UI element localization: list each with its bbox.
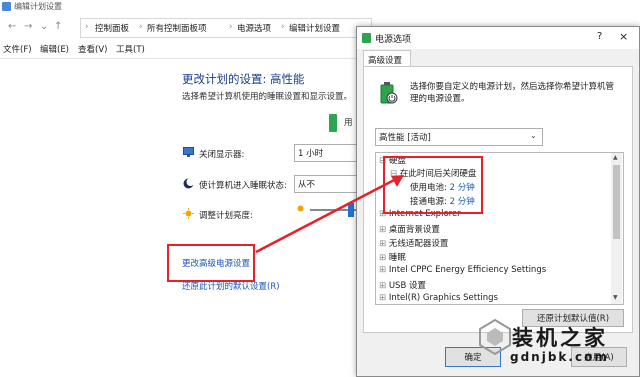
- expand-icon[interactable]: ⊞: [379, 265, 386, 275]
- up-icon[interactable]: ↑: [54, 21, 62, 32]
- window-title: 编辑计划设置: [14, 2, 62, 11]
- power-plan-icon: [380, 82, 398, 104]
- highlight-box-link: [167, 244, 255, 282]
- watermark-text: 装机之家: [512, 325, 608, 350]
- expand-icon[interactable]: ⊞: [379, 293, 386, 303]
- chevron-icon: ›: [85, 22, 89, 32]
- chevron-icon: ›: [139, 22, 143, 32]
- sleep-select[interactable]: 从不: [294, 175, 360, 193]
- breadcrumb-item[interactable]: 编辑计划设置: [289, 22, 340, 34]
- back-icon[interactable]: ←: [8, 21, 16, 32]
- expand-icon[interactable]: ⊞: [379, 281, 386, 291]
- menu-file[interactable]: 文件(F): [3, 43, 32, 55]
- breadcrumb-item[interactable]: 控制面板: [95, 22, 129, 34]
- plan-select-value: 高性能 [活动]: [379, 133, 431, 143]
- expand-icon[interactable]: ⊞: [379, 253, 386, 263]
- tree-scrollbar-thumb[interactable]: [613, 165, 620, 239]
- window-icon: [2, 2, 11, 11]
- menu-edit[interactable]: 编辑(E): [40, 43, 69, 55]
- tree-node-intel-graphics[interactable]: ⊞ Intel(R) Graphics Settings: [379, 293, 498, 303]
- close-icon[interactable]: ×: [619, 30, 628, 43]
- brightness-low-icon: [297, 205, 304, 212]
- menu-view[interactable]: 查看(V): [78, 43, 107, 55]
- plan-select[interactable]: 高性能 [活动] ⌄: [375, 128, 543, 146]
- dialog-titlebar: 电源选项 ? ×: [357, 27, 639, 49]
- watermark-logo-icon: [479, 318, 511, 356]
- tree-node-usb[interactable]: ⊞ USB 设置: [379, 279, 426, 291]
- brightness-slider-thumb[interactable]: [348, 203, 354, 217]
- chevron-icon: ›: [229, 22, 233, 32]
- tree-node-wireless[interactable]: ⊞ 无线适配器设置: [379, 237, 448, 249]
- chevron-icon: ›: [281, 22, 285, 32]
- tab-advanced[interactable]: 高级设置: [363, 50, 411, 67]
- breadcrumb-item[interactable]: 所有控制面板项: [147, 22, 207, 34]
- chevron-down-icon: ⌄: [530, 131, 537, 140]
- display-off-label: 关闭显示器:: [199, 150, 245, 160]
- highlight-box-tree: [383, 156, 483, 214]
- plugged-in-icon: [329, 114, 337, 132]
- watermark-url: gdnjbk.com: [510, 350, 609, 364]
- display-off-select[interactable]: 1 小时: [294, 144, 360, 162]
- page-subtitle: 选择希望计算机使用的睡眠设置和显示设置。: [182, 92, 353, 102]
- moon-icon: [183, 178, 194, 189]
- display-off-value: 1 小时: [298, 149, 324, 159]
- forward-icon[interactable]: →: [24, 21, 32, 32]
- breadcrumb-item[interactable]: 电源选项: [237, 22, 271, 34]
- window-titlebar: 编辑计划设置: [0, 0, 640, 14]
- sun-icon: [183, 208, 194, 219]
- help-icon[interactable]: ?: [597, 31, 602, 42]
- plugged-in-label: 用: [344, 118, 353, 128]
- scroll-up-icon[interactable]: ▲: [613, 154, 618, 161]
- dialog-description: 选择你要自定义的电源计划，然后选择你希望计算机管理的电源设置。: [410, 82, 615, 104]
- tree-node-sleep[interactable]: ⊞ 睡眠: [379, 251, 406, 263]
- menu-tools[interactable]: 工具(T): [116, 43, 145, 55]
- recent-dropdown-icon[interactable]: ⌄: [40, 21, 48, 32]
- sleep-label: 使计算机进入睡眠状态:: [199, 181, 287, 191]
- battery-icon: [362, 33, 371, 43]
- monitor-icon: [183, 147, 194, 157]
- menu-bar: 文件(F) 编辑(E) 查看(V) 工具(T): [0, 42, 370, 56]
- address-bar[interactable]: › 控制面板 › 所有控制面板项 › 电源选项 › 编辑计划设置: [80, 18, 372, 38]
- scroll-down-icon[interactable]: ▼: [613, 294, 618, 301]
- tree-node-intel-cppc[interactable]: ⊞ Intel CPPC Energy Efficiency Settings: [379, 265, 546, 275]
- tab-advanced-label: 高级设置: [368, 56, 403, 66]
- brightness-label: 调整计划亮度:: [199, 211, 253, 221]
- tree-node-desktop-bg[interactable]: ⊞ 桌面背景设置: [379, 223, 440, 235]
- expand-icon[interactable]: ⊞: [379, 239, 386, 249]
- dialog-title: 电源选项: [375, 35, 412, 45]
- sleep-value: 从不: [298, 180, 316, 190]
- expand-icon[interactable]: ⊞: [379, 225, 386, 235]
- page-title: 更改计划的设置: 高性能: [182, 72, 305, 86]
